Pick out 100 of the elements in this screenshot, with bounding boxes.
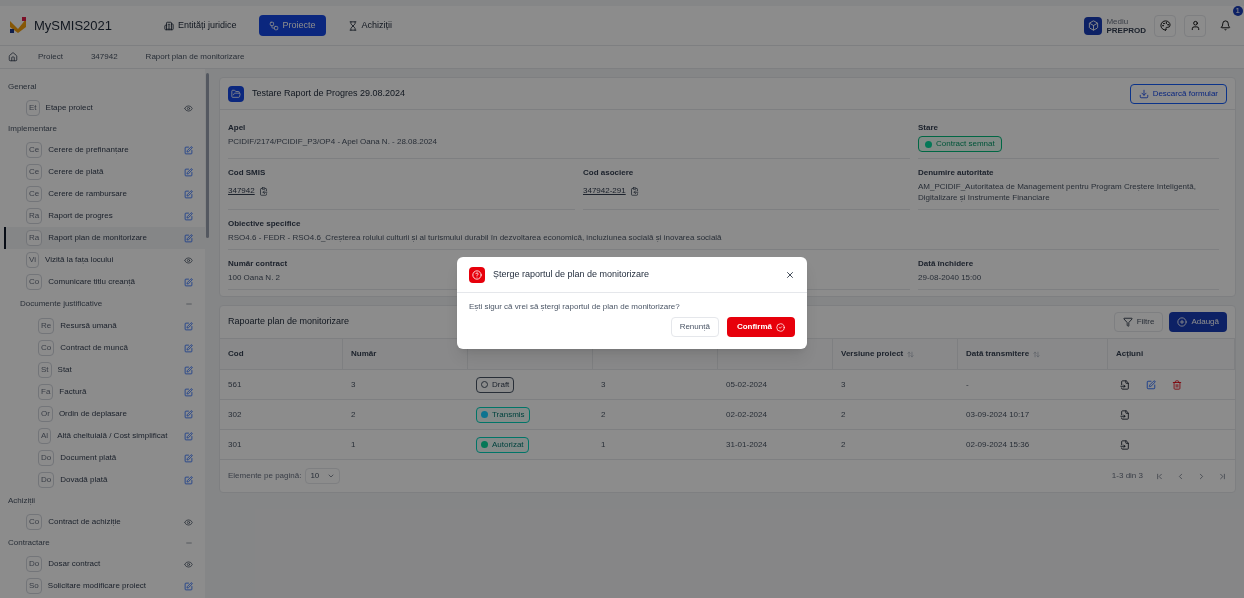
sidebar-section-title: Achiziții bbox=[8, 495, 36, 507]
edit-icon bbox=[184, 475, 193, 485]
table-cell: 3 bbox=[351, 378, 356, 391]
table-cell: 1 bbox=[601, 438, 606, 451]
sidebar-item[interactable]: Ce Cerere de plată bbox=[4, 161, 205, 183]
abbreviation-badge: Co bbox=[26, 274, 43, 290]
nav-tab[interactable]: Achiziții bbox=[337, 15, 403, 36]
sidebar-item-label: Stat bbox=[57, 364, 72, 376]
scrollbar[interactable] bbox=[206, 73, 209, 238]
filter-button[interactable]: Filtre bbox=[1113, 312, 1164, 332]
sidebar-section-title: Contractare bbox=[8, 537, 50, 549]
table-cell: 03-09-2024 10:17 bbox=[966, 408, 1030, 421]
user-button[interactable] bbox=[1184, 14, 1206, 37]
field-value: 100 Oana N. 2 bbox=[228, 272, 281, 283]
table-cell: 02-02-2024 bbox=[726, 408, 767, 421]
table-cell: - bbox=[966, 378, 969, 391]
sidebar-item[interactable]: Vi Vizită la fața locului bbox=[4, 249, 205, 271]
sidebar-item[interactable]: Ce Cerere de rambursare bbox=[4, 183, 205, 205]
field-label: Dată închidere bbox=[918, 258, 974, 270]
copy-icon[interactable] bbox=[258, 186, 268, 196]
last-page-icon[interactable] bbox=[1218, 471, 1227, 481]
abbreviation-badge: Co bbox=[26, 514, 43, 530]
sidebar-item-label: Ordin de deplasare bbox=[58, 408, 127, 420]
field-label: Cod asociere bbox=[583, 167, 634, 179]
abbreviation-badge: Et bbox=[26, 100, 40, 116]
nav-tab[interactable]: Entități juridice bbox=[154, 15, 247, 36]
breadcrumb-link[interactable]: Proiect bbox=[30, 51, 71, 63]
sidebar-item-label: Altă cheltuială / Cost simplificat bbox=[57, 430, 168, 442]
page-range: 1-3 din 3 bbox=[1111, 470, 1143, 482]
edit-icon bbox=[184, 233, 193, 243]
sidebar-item[interactable]: Co Comunicare titlu creanță bbox=[4, 271, 205, 293]
close-icon[interactable] bbox=[785, 269, 795, 280]
sidebar-item[interactable]: Fa Factură bbox=[16, 381, 205, 403]
view-icon[interactable] bbox=[1120, 379, 1130, 390]
abbreviation-badge: Ra bbox=[26, 208, 43, 224]
abbreviation-badge: Vi bbox=[26, 252, 39, 268]
sidebar-item[interactable]: Co Contract de achiziție bbox=[4, 511, 205, 533]
edit-icon bbox=[184, 365, 193, 375]
table-cell: 1 bbox=[351, 438, 356, 451]
edit-icon bbox=[184, 189, 193, 199]
add-button[interactable]: Adaugă bbox=[1169, 312, 1227, 332]
previous-page-icon[interactable] bbox=[1176, 471, 1185, 481]
download-form-button[interactable]: Descarcă formular bbox=[1129, 83, 1227, 104]
edit-icon[interactable] bbox=[1146, 379, 1156, 390]
abbreviation-badge: Al bbox=[38, 428, 52, 444]
sidebar-item[interactable]: Do Document plată bbox=[16, 447, 205, 469]
building-icon bbox=[164, 20, 174, 31]
code-link[interactable]: 347942-291 bbox=[583, 185, 626, 197]
sidebar-item[interactable]: Et Etape proiect bbox=[4, 97, 205, 119]
field-label: Denumire autoritate bbox=[918, 167, 994, 179]
cube-icon bbox=[1084, 16, 1103, 35]
breadcrumb-link[interactable]: Raport plan de monitorizare bbox=[137, 51, 253, 63]
user-icon bbox=[1189, 20, 1201, 31]
edit-icon bbox=[184, 277, 193, 287]
sidebar-item[interactable]: Ra Raport de progres bbox=[4, 205, 205, 227]
field-value: AM_PCIDIF_Autoritatea de Management pentru Program Creștere Inteligentă, Digitalizare și Instrumente Financiare bbox=[918, 181, 1197, 203]
next-page-icon[interactable] bbox=[1197, 471, 1206, 481]
edit-icon bbox=[184, 409, 193, 419]
sidebar-item[interactable]: Do Dosar contract bbox=[4, 553, 205, 575]
edit-icon bbox=[184, 453, 193, 463]
filter-icon bbox=[1122, 317, 1133, 327]
dialog-message: Ești sigur că vrei să ștergi raportul de plan de monitorizare? bbox=[469, 301, 680, 313]
eye-icon bbox=[184, 559, 193, 569]
sidebar-item[interactable]: So Solicitare modificare proiect bbox=[4, 575, 205, 597]
confirm-button[interactable]: Confirmă bbox=[726, 317, 795, 337]
theme-button[interactable] bbox=[1154, 14, 1176, 37]
sidebar-item-label: Cerere de rambursare bbox=[48, 188, 127, 200]
sidebar-item[interactable]: Ce Cerere de prefinanțare bbox=[4, 139, 205, 161]
eye-icon bbox=[184, 103, 193, 113]
first-page-icon[interactable] bbox=[1155, 471, 1164, 481]
code-link[interactable]: 347942 bbox=[228, 185, 255, 197]
copy-icon[interactable] bbox=[629, 186, 639, 196]
card-title: Testare Raport de Progres 29.08.2024 bbox=[252, 86, 406, 100]
table-cell: 301 bbox=[228, 438, 242, 451]
sidebar-item[interactable]: Ra Raport plan de monitorizare bbox=[4, 227, 205, 249]
sidebar-item[interactable]: Or Ordin de deplasare bbox=[16, 403, 205, 425]
sidebar-item[interactable]: Do Dovadă plată bbox=[16, 469, 205, 491]
sidebar-item-label: Etape proiect bbox=[45, 102, 93, 114]
home-icon[interactable] bbox=[8, 52, 18, 62]
environment-value: PREPROD bbox=[1106, 25, 1146, 35]
sidebar-item-label: Cerere de prefinanțare bbox=[48, 144, 129, 156]
table-cell: 2 bbox=[601, 408, 606, 421]
table-cell: 302 bbox=[228, 408, 242, 421]
sidebar-item[interactable]: Al Altă cheltuială / Cost simplificat bbox=[16, 425, 205, 447]
sidebar-item[interactable]: Co Contract de muncă bbox=[16, 337, 205, 359]
breadcrumb-link[interactable]: 347942 bbox=[82, 51, 126, 63]
column-header: Număr bbox=[351, 348, 377, 360]
view-icon[interactable] bbox=[1120, 439, 1130, 450]
column-header: Cod bbox=[228, 348, 244, 360]
abbreviation-badge: Do bbox=[38, 450, 55, 466]
edit-icon bbox=[184, 431, 193, 441]
delete-icon[interactable] bbox=[1172, 379, 1182, 390]
view-icon[interactable] bbox=[1120, 409, 1130, 420]
edit-icon bbox=[184, 211, 193, 221]
sidebar-item-label: Document plată bbox=[60, 452, 117, 464]
page-size-select[interactable]: 10 bbox=[305, 468, 341, 484]
sidebar-item[interactable]: Re Resursă umană bbox=[16, 315, 205, 337]
cancel-button[interactable]: Renunță bbox=[670, 317, 719, 337]
sidebar-item[interactable]: St Stat bbox=[16, 359, 205, 381]
nav-tab[interactable]: Proiecte bbox=[258, 15, 326, 36]
